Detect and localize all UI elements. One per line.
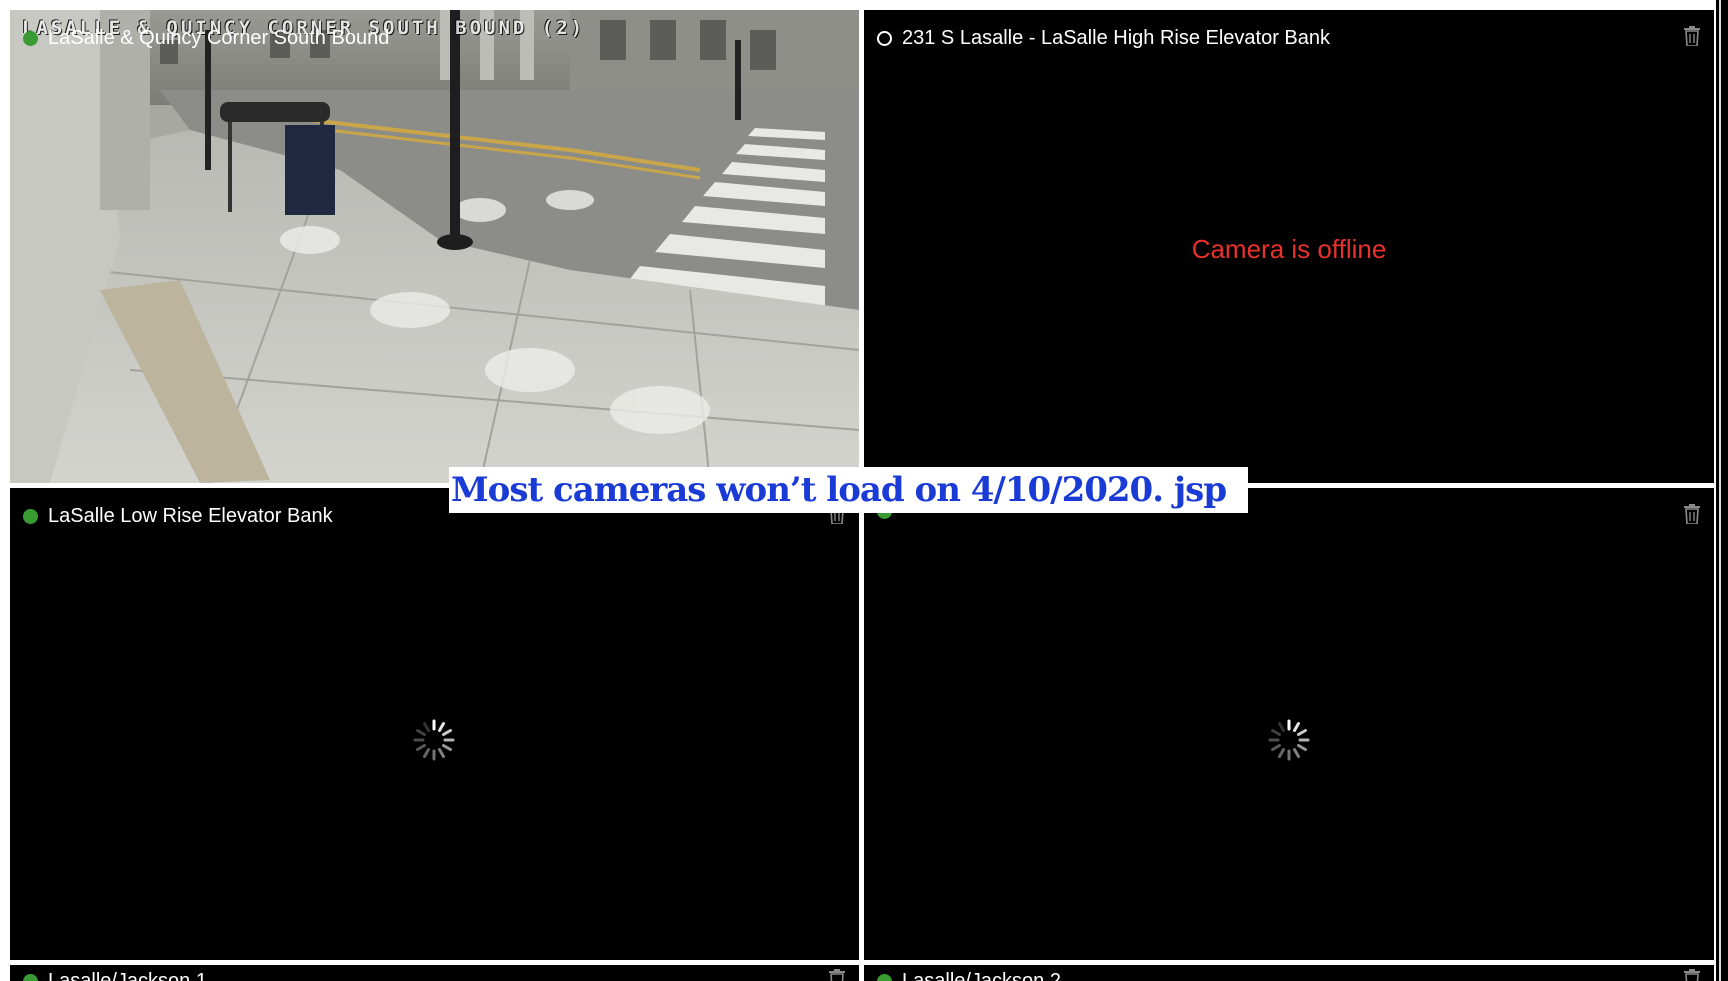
camera-title-text: LaSalle Low Rise Elevator Bank [48, 505, 333, 527]
spinner-icon [412, 718, 456, 762]
camera-tile-4[interactable] [864, 488, 1714, 960]
trash-icon[interactable] [1684, 26, 1700, 46]
annotation-text: Most cameras won’t load on 4/10/2020. js… [451, 470, 1227, 510]
camera-title: Lasalle/Jackson 1 [23, 969, 207, 981]
camera-title: LaSalle Low Rise Elevator Bank [23, 504, 333, 528]
right-edge-strip [1716, 0, 1728, 981]
camera-offline-message: Camera is offline [1191, 234, 1387, 264]
trash-icon[interactable] [1684, 504, 1700, 524]
camera-tile-high-rise-elevator[interactable]: 231 S Lasalle - LaSalle High Rise Elevat… [864, 10, 1714, 483]
trash-icon[interactable] [1684, 969, 1700, 981]
camera-tile-lasalle-quincy[interactable]: LASALLE & QUINCY CORNER SOUTH BOUND (2) … [10, 10, 859, 483]
online-status-dot [23, 973, 38, 981]
divider [1719, 0, 1721, 981]
camera-title: 231 S Lasalle - LaSalle High Rise Elevat… [877, 26, 1330, 50]
camera-title-text: 231 S Lasalle - LaSalle High Rise Elevat… [902, 27, 1331, 49]
camera-grid: LASALLE & QUINCY CORNER SOUTH BOUND (2) … [0, 0, 1728, 981]
camera-tile-lasalle-jackson-2[interactable]: Lasalle/Jackson 2 [864, 965, 1714, 981]
camera-title: Lasalle/Jackson 2 [877, 969, 1061, 981]
online-status-dot [23, 30, 38, 46]
camera-tile-lasalle-jackson-1[interactable]: Lasalle/Jackson 1 [10, 965, 859, 981]
camera-feed-image [10, 10, 859, 483]
camera-tile-low-rise-elevator[interactable]: LaSalle Low Rise Elevator Bank [10, 488, 859, 960]
spinner-icon [1267, 718, 1311, 762]
camera-title-text: LaSalle & Quincy Corner South Bound [48, 27, 390, 49]
camera-title-text: Lasalle/Jackson 1 [48, 970, 207, 981]
camera-title-text: Lasalle/Jackson 2 [902, 970, 1061, 981]
annotation-banner: Most cameras won’t load on 4/10/2020. js… [449, 467, 1248, 513]
camera-title: LaSalle & Quincy Corner South Bound [23, 26, 389, 50]
trash-icon[interactable] [829, 969, 845, 981]
online-status-dot [23, 508, 38, 524]
online-status-dot [877, 973, 892, 981]
offline-status-dot [877, 30, 892, 46]
